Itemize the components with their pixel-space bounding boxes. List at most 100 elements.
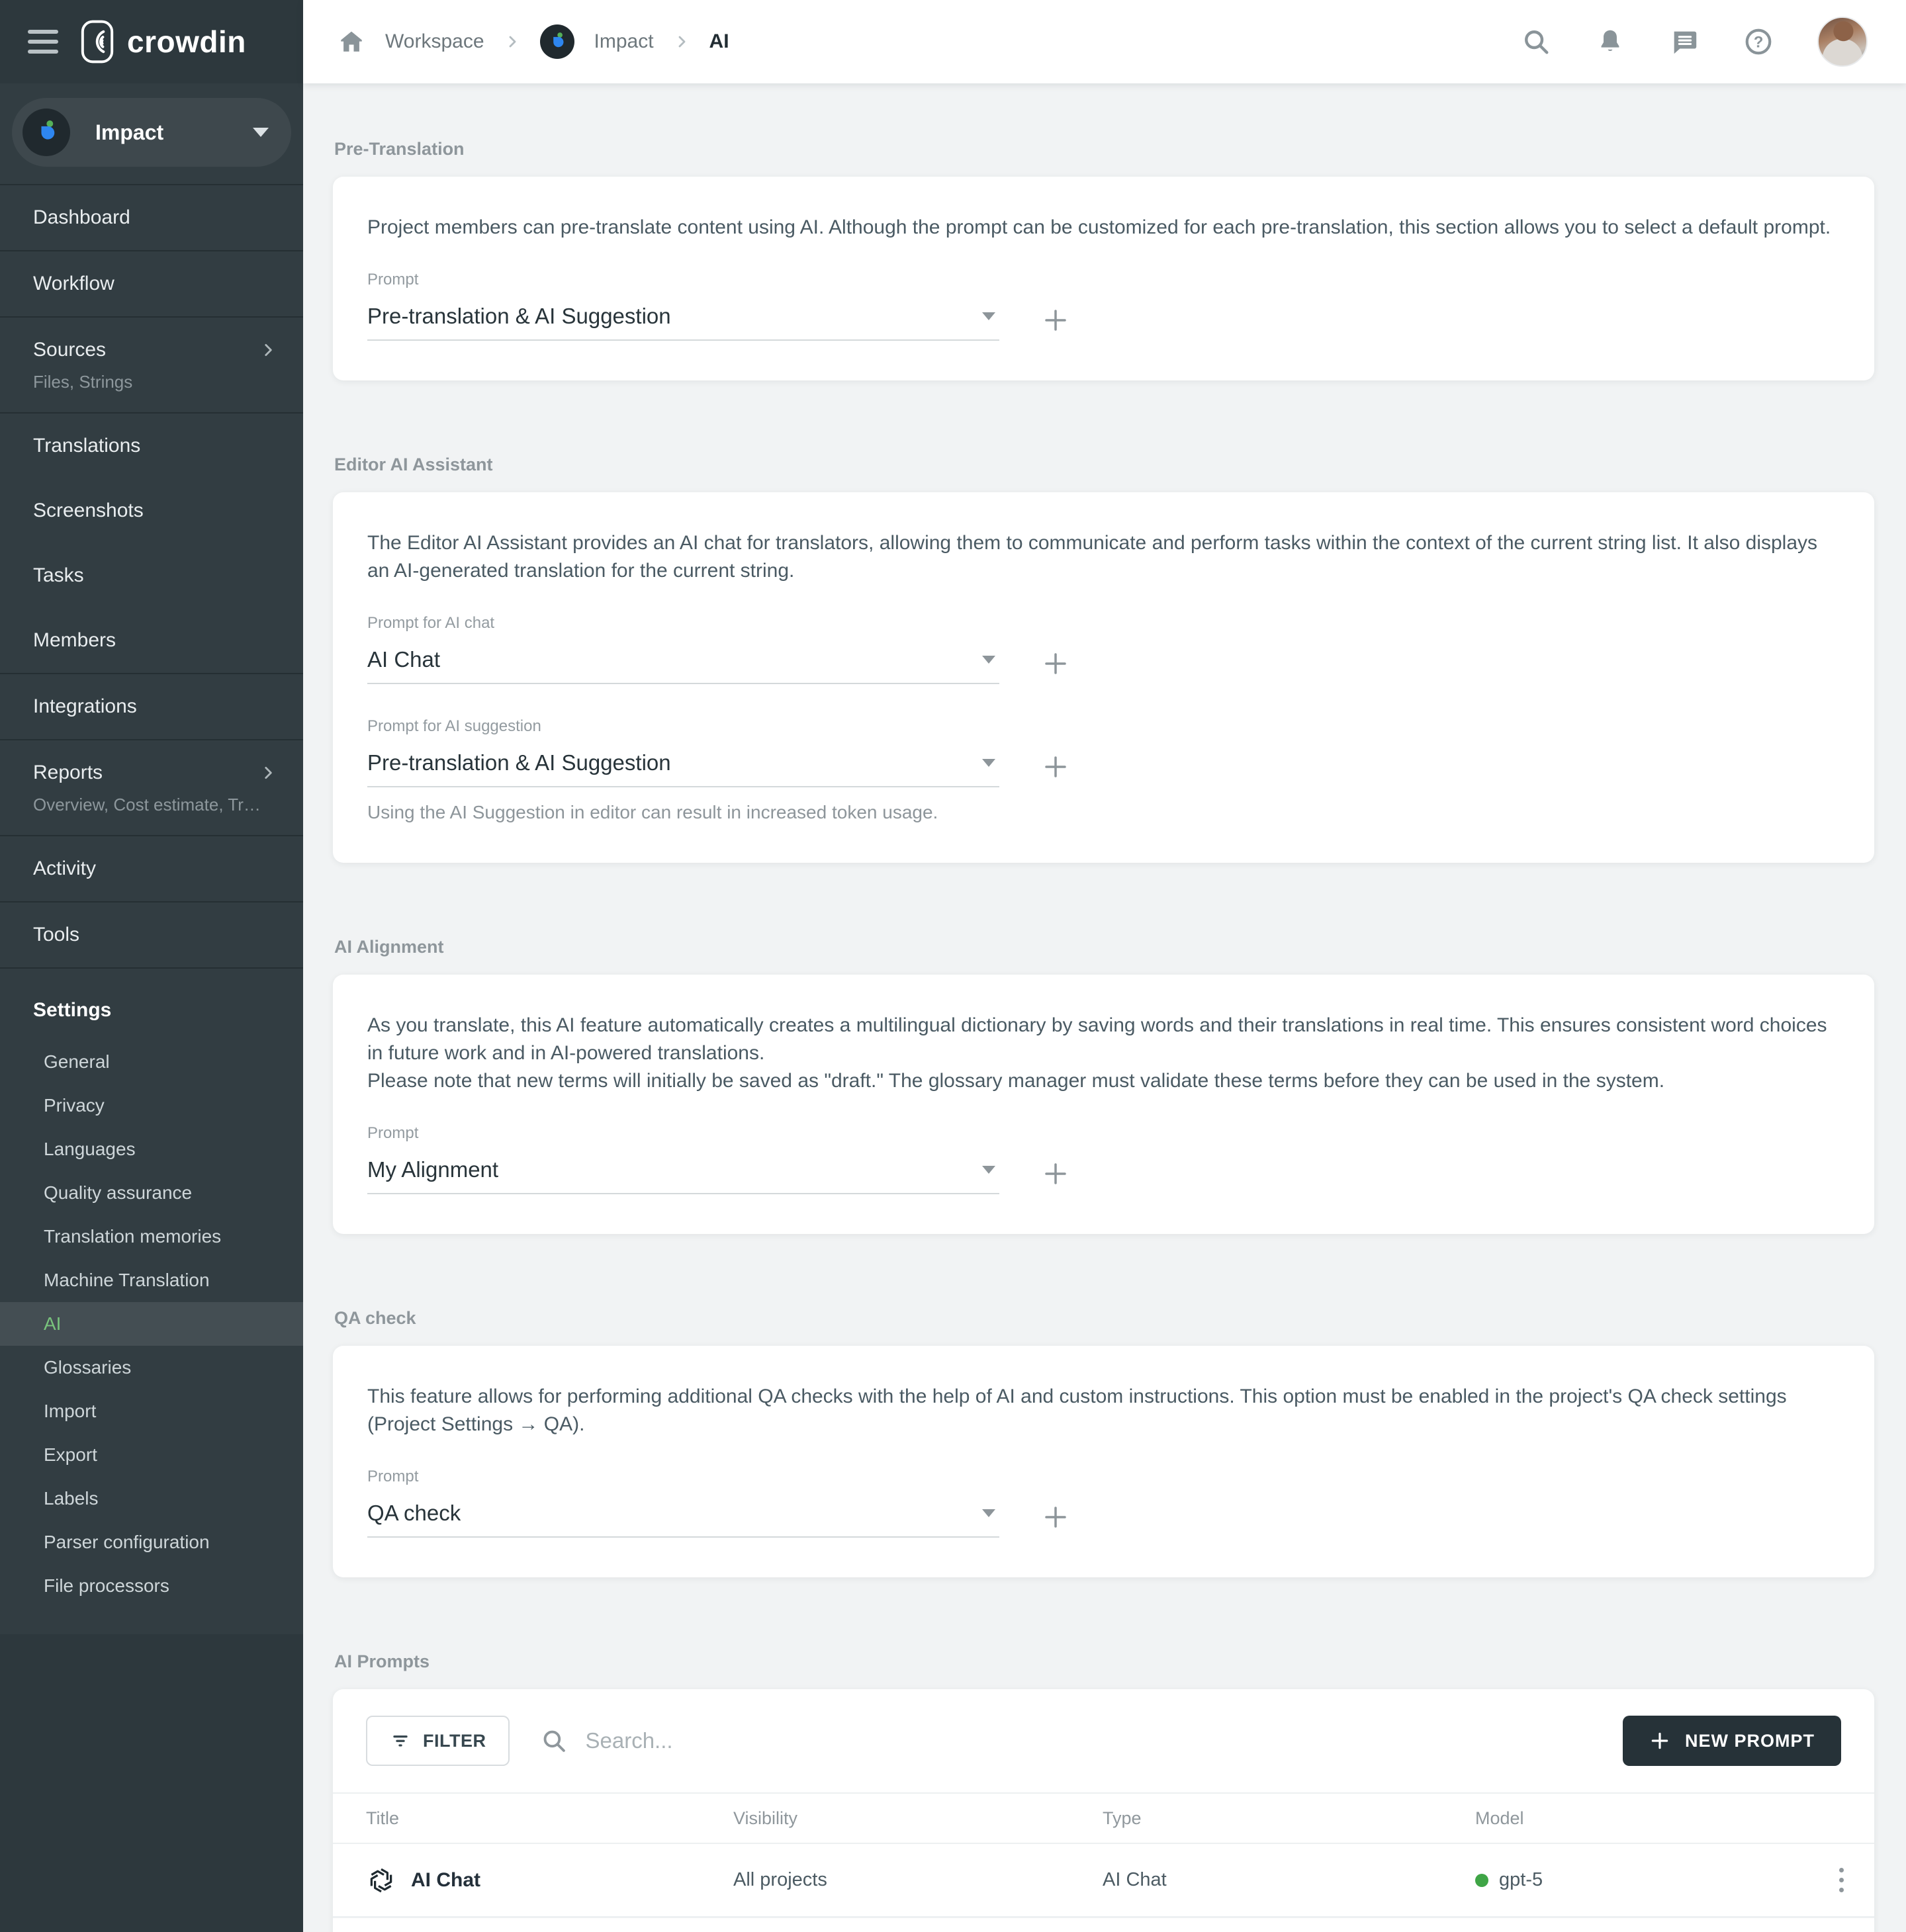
- search-input[interactable]: [585, 1728, 1623, 1753]
- chevron-down-icon: [982, 1166, 995, 1174]
- add-prompt-button[interactable]: [1042, 650, 1069, 678]
- sidebar-item-import[interactable]: Import: [0, 1389, 303, 1433]
- sidebar-item-export[interactable]: Export: [0, 1433, 303, 1477]
- prompt-visibility: All projects: [733, 1869, 1103, 1891]
- section-qa-check: QA check This feature allows for perform…: [333, 1308, 1874, 1577]
- column-header-visibility: Visibility: [733, 1808, 1103, 1829]
- main-content: Pre-Translation Project members can pre-…: [303, 83, 1906, 1932]
- help-icon[interactable]: ?: [1743, 26, 1774, 57]
- plus-icon: [1042, 1503, 1069, 1531]
- qa-check-card: This feature allows for performing addit…: [333, 1346, 1874, 1577]
- project-selector[interactable]: Impact: [12, 98, 291, 167]
- section-pre-translation: Pre-Translation Project members can pre-…: [333, 139, 1874, 380]
- openai-icon: [366, 1865, 396, 1896]
- breadcrumb-workspace[interactable]: Workspace: [385, 30, 484, 53]
- user-avatar[interactable]: [1817, 17, 1868, 67]
- table-row[interactable]: AI Chat All projects AI Chat gpt-5: [333, 1844, 1874, 1918]
- prompts-table-header: Title Visibility Type Model: [333, 1792, 1874, 1844]
- field-label: Prompt: [367, 1468, 1840, 1486]
- ai-suggestion-prompt-select[interactable]: Pre-translation & AI Suggestion: [367, 745, 999, 787]
- chevron-down-icon: [982, 759, 995, 767]
- add-prompt-button[interactable]: [1042, 1503, 1069, 1531]
- plus-icon: [1649, 1730, 1670, 1751]
- search-icon: [540, 1727, 568, 1755]
- breadcrumb: Workspace Impact AI: [338, 24, 729, 59]
- sidebar-nav: Impact Dashboard Workflow Sources Files,…: [0, 83, 303, 1634]
- prompt-type: AI Chat: [1103, 1869, 1475, 1891]
- kebab-menu-icon[interactable]: [1835, 1864, 1848, 1896]
- ai-prompts-card: FILTER NEW PROMPT Title Visibility Type …: [333, 1689, 1874, 1932]
- chevron-down-icon: [982, 312, 995, 320]
- column-header-type: Type: [1103, 1808, 1475, 1829]
- plus-icon: [1042, 306, 1069, 334]
- ai-alignment-card: As you translate, this AI feature automa…: [333, 975, 1874, 1234]
- field-label: Prompt for AI chat: [367, 614, 1840, 633]
- sidebar-item-file-processors[interactable]: File processors: [0, 1564, 303, 1608]
- sidebar-item-activity[interactable]: Activity: [0, 835, 303, 901]
- filter-icon: [390, 1730, 411, 1751]
- sidebar-item-screenshots[interactable]: Screenshots: [0, 478, 303, 543]
- sidebar-item-ai[interactable]: AI: [0, 1302, 303, 1346]
- sidebar-item-labels[interactable]: Labels: [0, 1477, 303, 1520]
- chevron-down-icon: [982, 1509, 995, 1517]
- crowdin-logo[interactable]: crowdin: [78, 19, 246, 65]
- prompt-field: Prompt QA check: [367, 1468, 1840, 1538]
- prompts-toolbar: FILTER NEW PROMPT: [333, 1689, 1874, 1792]
- crowdin-logo-icon: [78, 19, 116, 65]
- prompt-title: AI Chat: [411, 1869, 480, 1892]
- alignment-prompt-select[interactable]: My Alignment: [367, 1152, 999, 1194]
- sidebar-item-workflow[interactable]: Workflow: [0, 250, 303, 316]
- sidebar-item-members[interactable]: Members: [0, 608, 303, 673]
- ai-chat-prompt-select[interactable]: AI Chat: [367, 642, 999, 684]
- sidebar-item-reports-sub: Overview, Cost estimate, Transl...: [0, 795, 303, 835]
- section-description: This feature allows for performing addit…: [367, 1383, 1840, 1438]
- section-description: The Editor AI Assistant provides an AI c…: [367, 529, 1840, 585]
- sidebar-item-machine-translation[interactable]: Machine Translation: [0, 1258, 303, 1302]
- add-prompt-button[interactable]: [1042, 753, 1069, 781]
- pre-translation-card: Project members can pre-translate conten…: [333, 177, 1874, 380]
- search-icon[interactable]: [1521, 26, 1551, 57]
- chat-icon[interactable]: [1669, 26, 1700, 57]
- sidebar-item-dashboard[interactable]: Dashboard: [0, 184, 303, 250]
- chevron-down-icon: [982, 656, 995, 664]
- new-prompt-button[interactable]: NEW PROMPT: [1623, 1716, 1841, 1766]
- sidebar-item-parser-configuration[interactable]: Parser configuration: [0, 1520, 303, 1564]
- pre-translation-prompt-select[interactable]: Pre-translation & AI Suggestion: [367, 298, 999, 341]
- section-description: As you translate, this AI feature automa…: [367, 1012, 1840, 1067]
- sidebar-item-integrations[interactable]: Integrations: [0, 673, 303, 739]
- sidebar-item-tasks[interactable]: Tasks: [0, 543, 303, 608]
- sidebar-item-sources-sub: Files, Strings: [0, 372, 303, 412]
- add-prompt-button[interactable]: [1042, 1160, 1069, 1188]
- field-label: Prompt for AI suggestion: [367, 717, 1840, 736]
- field-helper-text: Using the AI Suggestion in editor can re…: [367, 802, 1840, 823]
- project-avatar: [23, 109, 70, 156]
- sidebar-item-quality-assurance[interactable]: Quality assurance: [0, 1171, 303, 1215]
- sidebar-settings-header: Settings: [0, 967, 303, 1040]
- sidebar-item-translations[interactable]: Translations: [0, 412, 303, 478]
- model-status-dot: [1475, 1874, 1488, 1887]
- plus-icon: [1042, 650, 1069, 678]
- filter-button[interactable]: FILTER: [366, 1716, 510, 1766]
- section-editor-ai-assistant: Editor AI Assistant The Editor AI Assist…: [333, 455, 1874, 863]
- add-prompt-button[interactable]: [1042, 306, 1069, 334]
- table-row[interactable]: Pre-translation & AI Suggestion All proj…: [333, 1918, 1874, 1932]
- section-title: Editor AI Assistant: [334, 455, 1874, 475]
- sidebar-item-glossaries[interactable]: Glossaries: [0, 1346, 303, 1389]
- prompt-ai-suggestion-field: Prompt for AI suggestion Pre-translation…: [367, 717, 1840, 823]
- sidebar-item-general[interactable]: General: [0, 1040, 303, 1084]
- qa-check-prompt-select[interactable]: QA check: [367, 1495, 999, 1538]
- brand-name: crowdin: [127, 24, 246, 60]
- sidebar-item-tools[interactable]: Tools: [0, 901, 303, 967]
- section-title: AI Alignment: [334, 937, 1874, 957]
- section-description-2: Please note that new terms will initiall…: [367, 1067, 1840, 1095]
- section-title: QA check: [334, 1308, 1874, 1329]
- home-icon[interactable]: [338, 28, 365, 56]
- sidebar-filler: [0, 1634, 303, 1932]
- section-title: AI Prompts: [334, 1651, 1874, 1672]
- sidebar-item-privacy[interactable]: Privacy: [0, 1084, 303, 1127]
- bell-icon[interactable]: [1595, 26, 1625, 57]
- sidebar-item-languages[interactable]: Languages: [0, 1127, 303, 1171]
- menu-icon[interactable]: [28, 30, 58, 54]
- sidebar-item-translation-memories[interactable]: Translation memories: [0, 1215, 303, 1258]
- breadcrumb-project[interactable]: Impact: [594, 30, 654, 53]
